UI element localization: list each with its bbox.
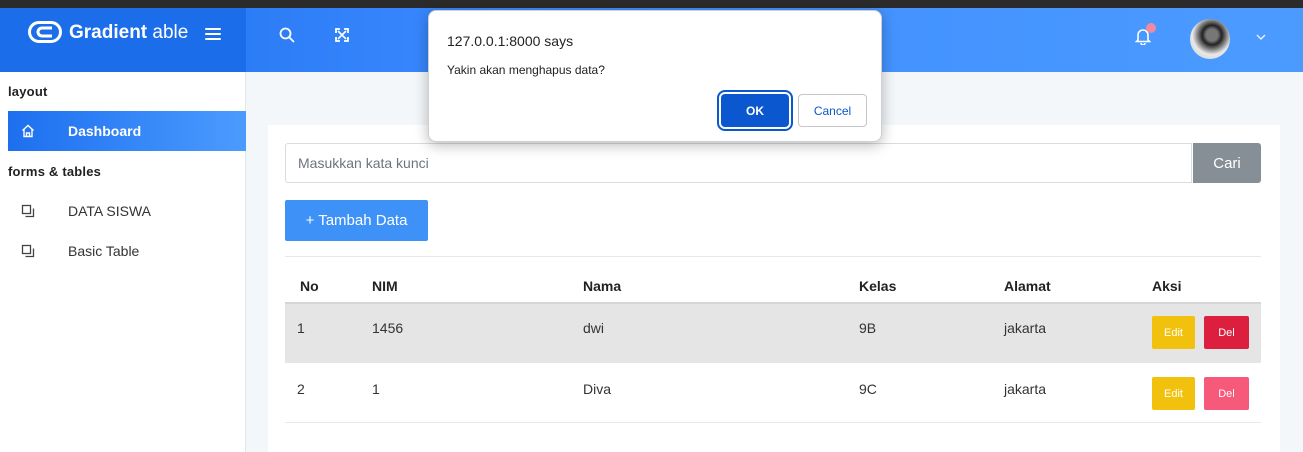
table-bottom-border — [285, 422, 1261, 423]
browser-top-strip — [0, 0, 1303, 8]
cell-nim: 1 — [372, 381, 380, 397]
table-top-border — [285, 256, 1261, 257]
column-header-nama: Nama — [583, 278, 622, 294]
sidebar-caption-forms: forms & tables — [8, 164, 102, 179]
dialog-cancel-button[interactable]: Cancel — [798, 94, 867, 127]
edit-button[interactable]: Edit — [1152, 377, 1195, 410]
table-row — [285, 302, 1261, 363]
logo-icon — [28, 21, 62, 43]
fullscreen-icon[interactable] — [334, 27, 350, 43]
cell-alamat: jakarta — [1004, 381, 1047, 397]
cell-no: 2 — [297, 381, 305, 397]
brand-name-bold: Gradient — [69, 22, 148, 43]
dialog-message: Yakin akan menghapus data? — [447, 63, 605, 77]
dialog-ok-button[interactable]: OK — [721, 94, 789, 127]
delete-button[interactable]: Del — [1204, 377, 1249, 410]
edit-button[interactable]: Edit — [1152, 316, 1195, 349]
hamburger-menu-icon[interactable] — [205, 28, 221, 40]
cell-nama: dwi — [583, 320, 605, 336]
copy-icon — [21, 204, 35, 218]
cell-kelas: 9C — [859, 381, 877, 397]
search-button[interactable]: Cari — [1193, 143, 1261, 183]
sidebar-caption-layout: layout — [8, 84, 48, 99]
search-icon[interactable] — [279, 27, 295, 43]
cell-nim: 1456 — [372, 320, 404, 336]
cell-no: 1 — [297, 320, 305, 336]
add-data-button[interactable]: + Tambah Data — [285, 200, 428, 241]
column-header-aksi: Aksi — [1152, 278, 1182, 294]
confirm-dialog: 127.0.0.1:8000 says Yakin akan menghapus… — [428, 10, 882, 142]
sidebar-item-label: DATA SISWA — [68, 203, 151, 219]
home-icon — [22, 124, 34, 138]
brand-name[interactable]: Gradient able — [69, 22, 188, 44]
search-input[interactable] — [285, 143, 1192, 183]
column-header-alamat: Alamat — [1004, 278, 1051, 294]
chevron-down-icon[interactable] — [1255, 33, 1267, 41]
cell-alamat: jakarta — [1004, 320, 1047, 336]
notification-badge — [1146, 23, 1156, 33]
brand-name-light: able — [147, 22, 189, 43]
cell-nama: Diva — [583, 381, 612, 397]
column-header-kelas: Kelas — [859, 278, 897, 294]
sidebar-item-label: Basic Table — [68, 243, 140, 259]
user-avatar[interactable] — [1190, 19, 1230, 59]
delete-button[interactable]: Del — [1204, 316, 1249, 349]
dialog-title: 127.0.0.1:8000 says — [447, 33, 574, 49]
sidebar-item-label: Dashboard — [68, 123, 142, 139]
copy-icon — [21, 244, 35, 258]
cell-kelas: 9B — [859, 320, 877, 336]
column-header-nim: NIM — [372, 278, 398, 294]
column-header-no: No — [300, 278, 319, 294]
